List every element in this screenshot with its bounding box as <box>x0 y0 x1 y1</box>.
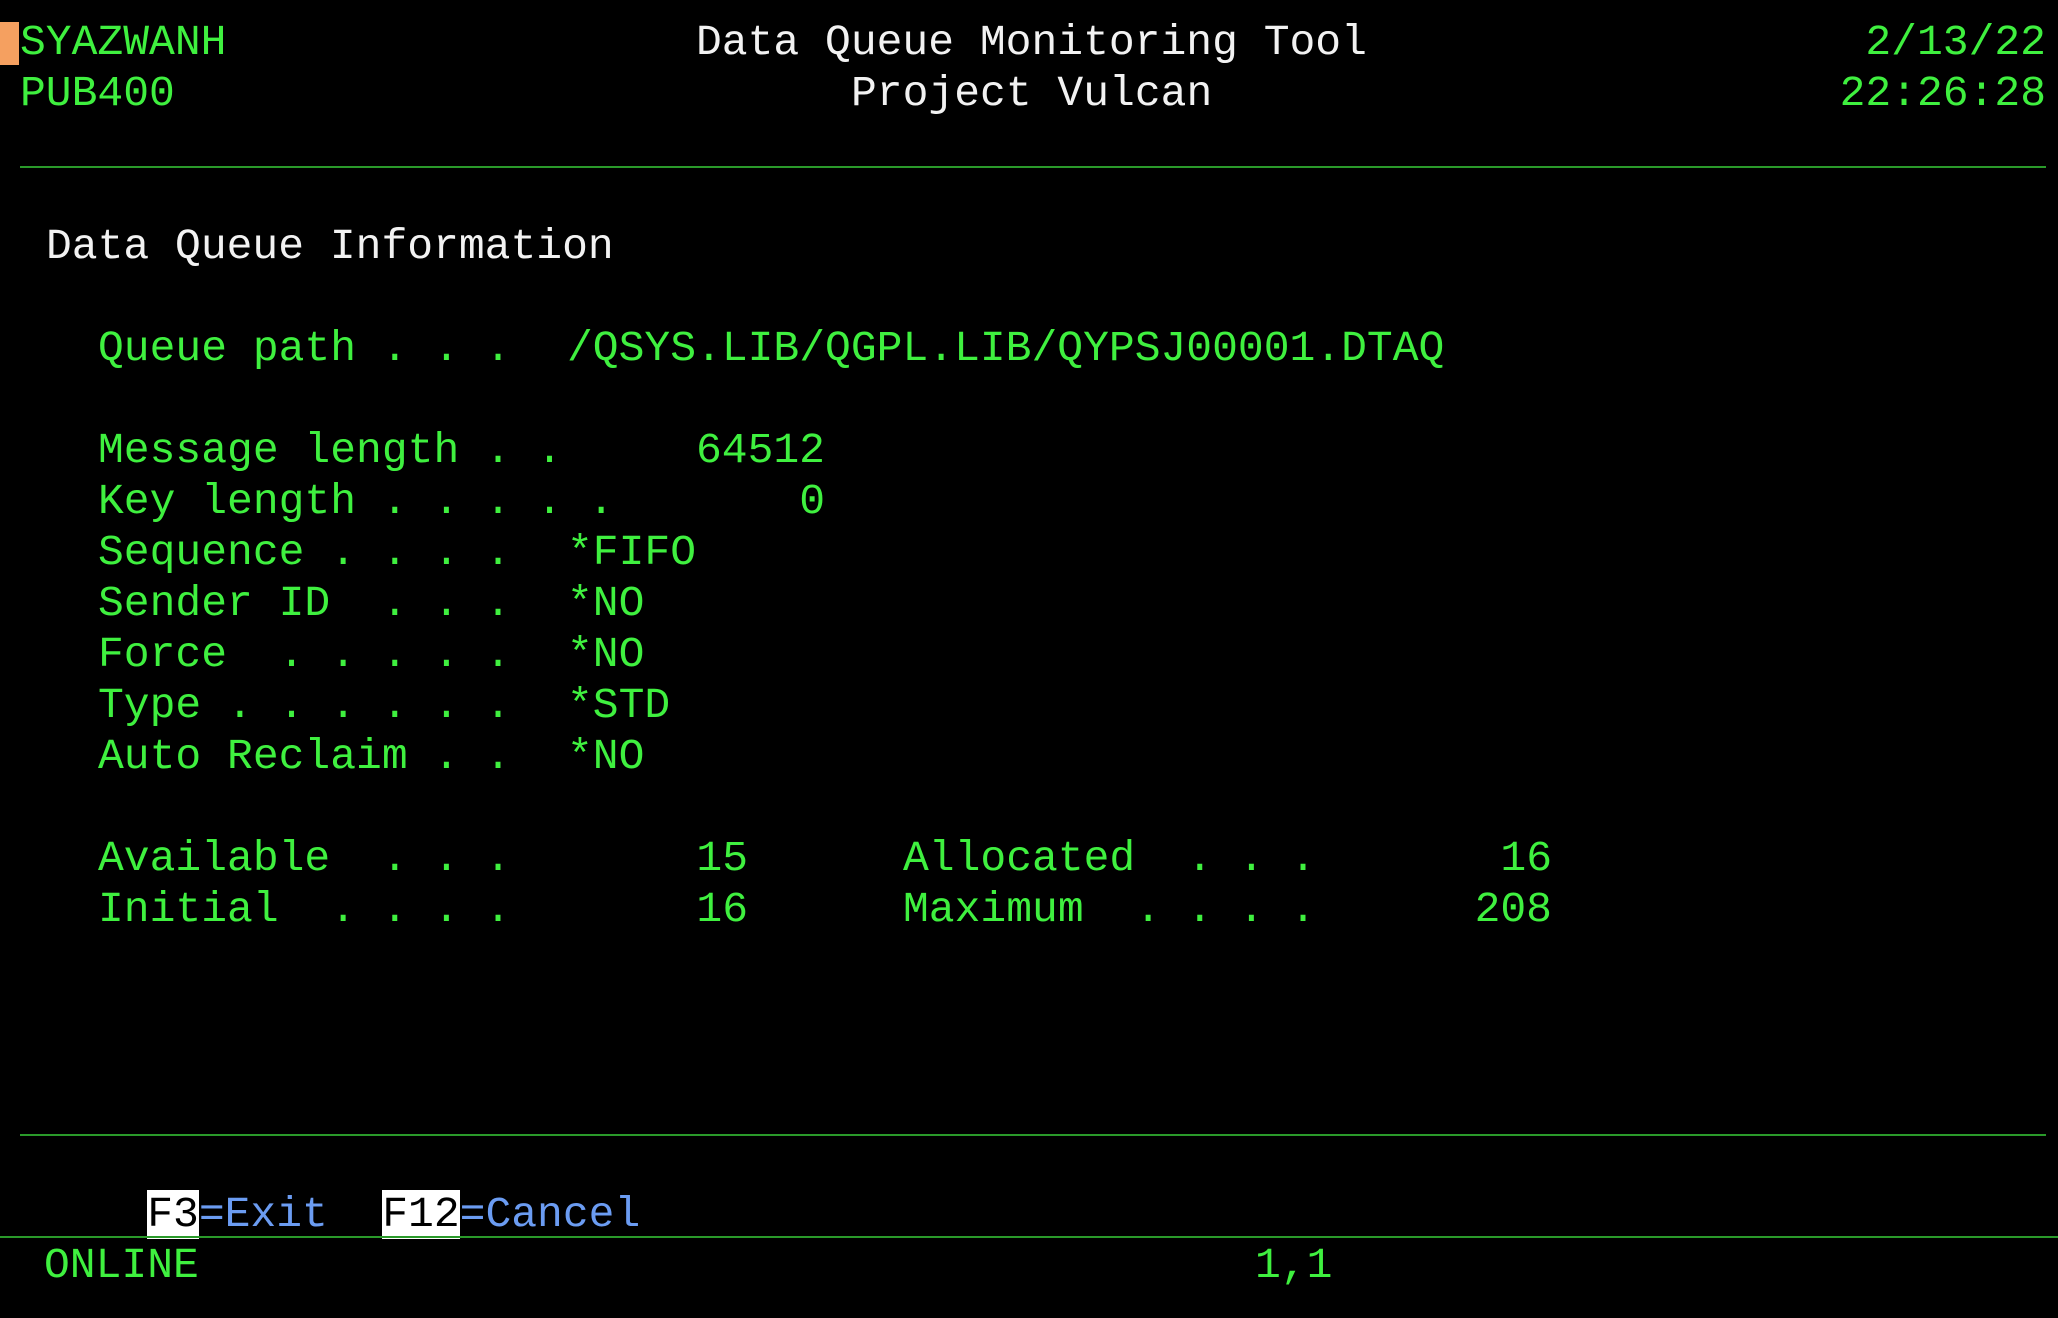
date: 2/13/22 <box>1865 18 2046 67</box>
function-key-cancel[interactable]: F12=Cancel <box>279 1138 640 1291</box>
allocated-label: Allocated . . . <box>903 834 1316 883</box>
message-length-label: Message length . . <box>98 426 563 475</box>
terminal-screen: SYAZWANH PUB400 Data Queue Monitoring To… <box>0 0 2058 1318</box>
force-value: *NO <box>567 630 645 679</box>
f12-key[interactable]: F12 <box>382 1190 460 1239</box>
initial-value: 16 <box>696 885 748 934</box>
key-length-label: Key length . . . . . <box>98 477 615 526</box>
screen-title: Data Queue Monitoring Tool <box>696 18 1367 67</box>
key-length-value: 0 <box>799 477 825 526</box>
sequence-value: *FIFO <box>567 528 697 577</box>
type-label: Type . . . . . . <box>98 681 511 730</box>
connection-status: ONLINE <box>44 1241 199 1290</box>
queue-path-label: Queue path . . . <box>98 324 511 373</box>
f12-action[interactable]: =Cancel <box>460 1190 641 1239</box>
user-id: SYAZWANH <box>20 18 227 67</box>
type-value: *STD <box>567 681 671 730</box>
screen-subtitle: Project Vulcan <box>851 69 1213 118</box>
message-length-value: 64512 <box>695 426 825 475</box>
initial-label: Initial . . . . <box>98 885 511 934</box>
time: 22:26:28 <box>1839 69 2046 118</box>
sender-id-value: *NO <box>567 579 645 628</box>
section-heading: Data Queue Information <box>46 222 614 271</box>
available-value: 15 <box>696 834 748 883</box>
queue-path-value: /QSYS.LIB/QGPL.LIB/QYPSJ00001.DTAQ <box>567 324 1445 373</box>
cursor-position: 1,1 <box>1255 1241 1333 1290</box>
maximum-label: Maximum . . . . <box>903 885 1316 934</box>
f3-key[interactable]: F3 <box>147 1190 199 1239</box>
force-label: Force . . . . . <box>98 630 511 679</box>
allocated-value: 16 <box>1500 834 1552 883</box>
auto-reclaim-label: Auto Reclaim . . <box>98 732 511 781</box>
available-label: Available . . . <box>98 834 511 883</box>
text-cursor <box>0 22 19 65</box>
auto-reclaim-value: *NO <box>567 732 645 781</box>
maximum-value: 208 <box>1474 885 1552 934</box>
status-divider <box>0 1236 2058 1238</box>
sender-id-label: Sender ID . . . <box>98 579 511 628</box>
system-name: PUB400 <box>20 69 175 118</box>
footer-divider <box>20 1134 2046 1136</box>
header-divider <box>20 166 2046 168</box>
sequence-label: Sequence . . . . <box>98 528 511 577</box>
